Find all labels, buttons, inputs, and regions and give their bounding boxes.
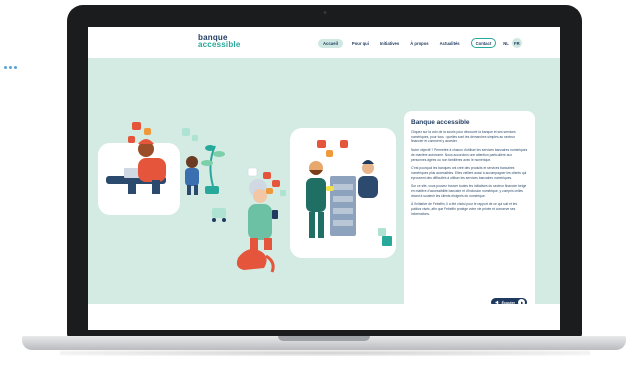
logo-text-bottom: accessible: [198, 40, 241, 49]
child-illustration: [185, 156, 199, 195]
card-paragraph-2: Notre objectif ? Permettre à chacun d'ut…: [411, 148, 528, 162]
bearded-man-illustration: [306, 161, 334, 238]
hero-section: Banque accessible Cliquez sur la voix de…: [88, 58, 560, 317]
page-footer-area: [88, 304, 560, 330]
site-logo[interactable]: banque accessible: [198, 34, 241, 49]
intro-card: Banque accessible Cliquez sur la voix de…: [404, 111, 535, 317]
nav-item-a-propos[interactable]: À propos: [410, 41, 428, 46]
card-title: Banque accessible: [411, 119, 470, 126]
card-paragraph-3: C'est pourquoi les banques ont créé des …: [411, 166, 527, 180]
laptop-screen: banque accessible Accueil Pour qui Initi…: [88, 27, 560, 330]
contact-button[interactable]: Contact: [470, 38, 497, 48]
site-header: banque accessible Accueil Pour qui Initi…: [88, 27, 560, 57]
bank-clerk-illustration: [358, 160, 378, 198]
rolling-tray-illustration: [212, 208, 226, 222]
card-paragraph-5: À l'initiative de Febelfin, il a été cho…: [411, 202, 518, 216]
laptop-shadow: [60, 350, 590, 356]
main-nav: Accueil Pour qui Initiatives À propos Ac…: [318, 38, 525, 48]
woman-at-laptop-illustration: [106, 139, 166, 194]
older-woman-illustration: [248, 179, 278, 250]
device-mockup-stage: banque accessible Accueil Pour qui Initi…: [0, 0, 642, 370]
lang-nl-link[interactable]: NL: [503, 41, 509, 46]
cat-illustration: [236, 249, 275, 273]
nav-item-initiatives[interactable]: Initiatives: [380, 41, 399, 46]
decorative-dots: [4, 66, 17, 69]
card-paragraph-4: Sur ce site, vous pouvez trouver toutes …: [411, 184, 527, 198]
camera-dot-icon: [323, 11, 326, 14]
hero-illustration: [106, 122, 392, 273]
bank-counter-illustration: [330, 176, 356, 236]
nav-item-accueil[interactable]: Accueil: [318, 38, 343, 48]
lang-fr-link[interactable]: FR: [511, 38, 522, 48]
plant-illustration: [201, 145, 225, 194]
nav-item-actualites[interactable]: Actualités: [440, 41, 460, 46]
laptop-base-notch: [278, 336, 370, 341]
nav-item-pour-qui[interactable]: Pour qui: [352, 41, 369, 46]
speech-bubbles-left: [128, 122, 198, 143]
card-paragraph-1: Cliquez sur la voix de la souris pour dé…: [411, 130, 516, 144]
